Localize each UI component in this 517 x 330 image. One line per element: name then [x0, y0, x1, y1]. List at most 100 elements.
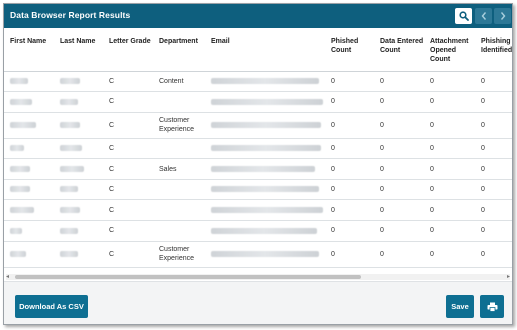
attachment-opened-count-cell: 0	[424, 158, 475, 180]
window-title: Data Browser Report Results	[10, 10, 131, 20]
first-name-cell	[4, 220, 54, 242]
attachment-opened-count-cell: 0	[424, 138, 475, 160]
email-cell	[205, 179, 325, 201]
column-header-attachment-opened-count[interactable]: Attachment Opened Count	[424, 28, 475, 72]
first-name-cell	[4, 158, 54, 180]
redacted-text	[10, 165, 30, 172]
download-csv-button[interactable]: Download As CSV	[15, 295, 88, 318]
column-header-department[interactable]: Department	[153, 28, 205, 72]
redacted-text	[10, 77, 28, 84]
email-cell	[205, 138, 325, 160]
column-header-last-name[interactable]: Last Name	[54, 28, 103, 72]
email-cell	[205, 112, 325, 139]
redacted-text	[211, 77, 319, 84]
phishing-identified-cell: 0	[475, 199, 512, 222]
grade-cell: C	[103, 112, 153, 139]
last-name-cell	[54, 179, 103, 201]
next-button[interactable]	[494, 8, 511, 24]
redacted-text	[60, 206, 80, 213]
table-row: C Content 0 0 0 0	[4, 71, 512, 93]
phishing-identified-cell: 0	[475, 158, 512, 180]
phished-count-cell: 0	[325, 112, 374, 139]
department-cell	[153, 91, 205, 113]
redacted-text	[211, 165, 315, 172]
horizontal-scrollbar[interactable]: ◂ ▸	[6, 274, 510, 280]
grade-cell: C	[103, 158, 153, 180]
save-button[interactable]: Save	[446, 295, 474, 318]
data-entered-count-cell: 0	[374, 241, 424, 268]
department-cell: Customer Experience	[153, 241, 205, 268]
title-bar: Data Browser Report Results	[4, 4, 512, 28]
data-entered-count-cell: 0	[374, 91, 424, 113]
column-header-letter-grade[interactable]: Letter Grade	[103, 28, 153, 72]
column-header-data-entered-count[interactable]: Data Entered Count	[374, 28, 424, 72]
last-name-cell	[54, 220, 103, 242]
chevron-right-icon	[500, 12, 505, 20]
first-name-cell	[4, 241, 54, 268]
phished-count-cell: 0	[325, 71, 374, 93]
department-cell	[153, 179, 205, 201]
scroll-right-arrow-icon[interactable]: ▸	[507, 273, 510, 280]
email-cell	[205, 71, 325, 93]
table-row: C Sales 0 0 0 0	[4, 158, 512, 180]
redacted-text	[10, 121, 36, 128]
redacted-text	[10, 98, 32, 105]
redacted-text	[60, 250, 78, 257]
results-table-container[interactable]: First Name Last Name Letter Grade Depart…	[4, 28, 512, 280]
previous-button[interactable]	[475, 8, 492, 24]
table-row: C 0 0 0 0	[4, 220, 512, 242]
first-name-cell	[4, 91, 54, 113]
search-button[interactable]	[455, 8, 472, 24]
phished-count-cell: 0	[325, 91, 374, 113]
table-row: C 0 0 0 0	[4, 138, 512, 160]
column-header-phished-count[interactable]: Phished Count	[325, 28, 374, 72]
column-header-first-name[interactable]: First Name	[4, 28, 54, 72]
grade-cell: C	[103, 71, 153, 93]
last-name-cell	[54, 112, 103, 139]
table-row: C 0 0 0 0	[4, 91, 512, 113]
redacted-text	[211, 206, 323, 213]
redacted-text	[211, 121, 321, 128]
grade-cell: C	[103, 179, 153, 201]
redacted-text	[211, 145, 321, 152]
phishing-identified-cell: 0	[475, 220, 512, 242]
table-row: C 0 0 0 0	[4, 199, 512, 222]
redacted-text	[211, 227, 317, 234]
redacted-text	[211, 250, 319, 257]
redacted-text	[211, 98, 323, 105]
search-icon	[458, 11, 469, 21]
phished-count-cell: 0	[325, 179, 374, 201]
print-button[interactable]	[480, 295, 504, 318]
attachment-opened-count-cell: 0	[424, 71, 475, 93]
column-header-phishing-simulations-identified[interactable]: Phishing Simulations Identified	[475, 28, 512, 72]
phishing-identified-cell: 0	[475, 91, 512, 113]
redacted-text	[60, 227, 78, 234]
redacted-text	[60, 77, 80, 84]
phished-count-cell: 0	[325, 241, 374, 268]
report-results-window: Data Browser Report Results First Name L…	[3, 3, 513, 325]
phishing-identified-cell: 0	[475, 71, 512, 93]
redacted-text	[60, 145, 82, 152]
attachment-opened-count-cell: 0	[424, 112, 475, 139]
attachment-opened-count-cell: 0	[424, 179, 475, 201]
data-entered-count-cell: 0	[374, 179, 424, 201]
phished-count-cell: 0	[325, 158, 374, 180]
department-cell: Content	[153, 71, 205, 93]
scrollbar-thumb[interactable]	[15, 275, 361, 279]
results-table: First Name Last Name Letter Grade Depart…	[4, 28, 512, 268]
department-cell: Customer Experience	[153, 112, 205, 139]
attachment-opened-count-cell: 0	[424, 199, 475, 222]
column-header-email[interactable]: Email	[205, 28, 325, 72]
redacted-text	[60, 186, 78, 193]
scroll-left-arrow-icon[interactable]: ◂	[6, 273, 9, 280]
table-row: C Customer Experience 0 0 0 0	[4, 241, 512, 268]
data-entered-count-cell: 0	[374, 112, 424, 139]
last-name-cell	[54, 199, 103, 222]
grade-cell: C	[103, 199, 153, 222]
redacted-text	[60, 121, 80, 128]
email-cell	[205, 158, 325, 180]
phishing-identified-cell: 0	[475, 112, 512, 139]
last-name-cell	[54, 158, 103, 180]
redacted-text	[10, 227, 22, 234]
phished-count-cell: 0	[325, 199, 374, 222]
